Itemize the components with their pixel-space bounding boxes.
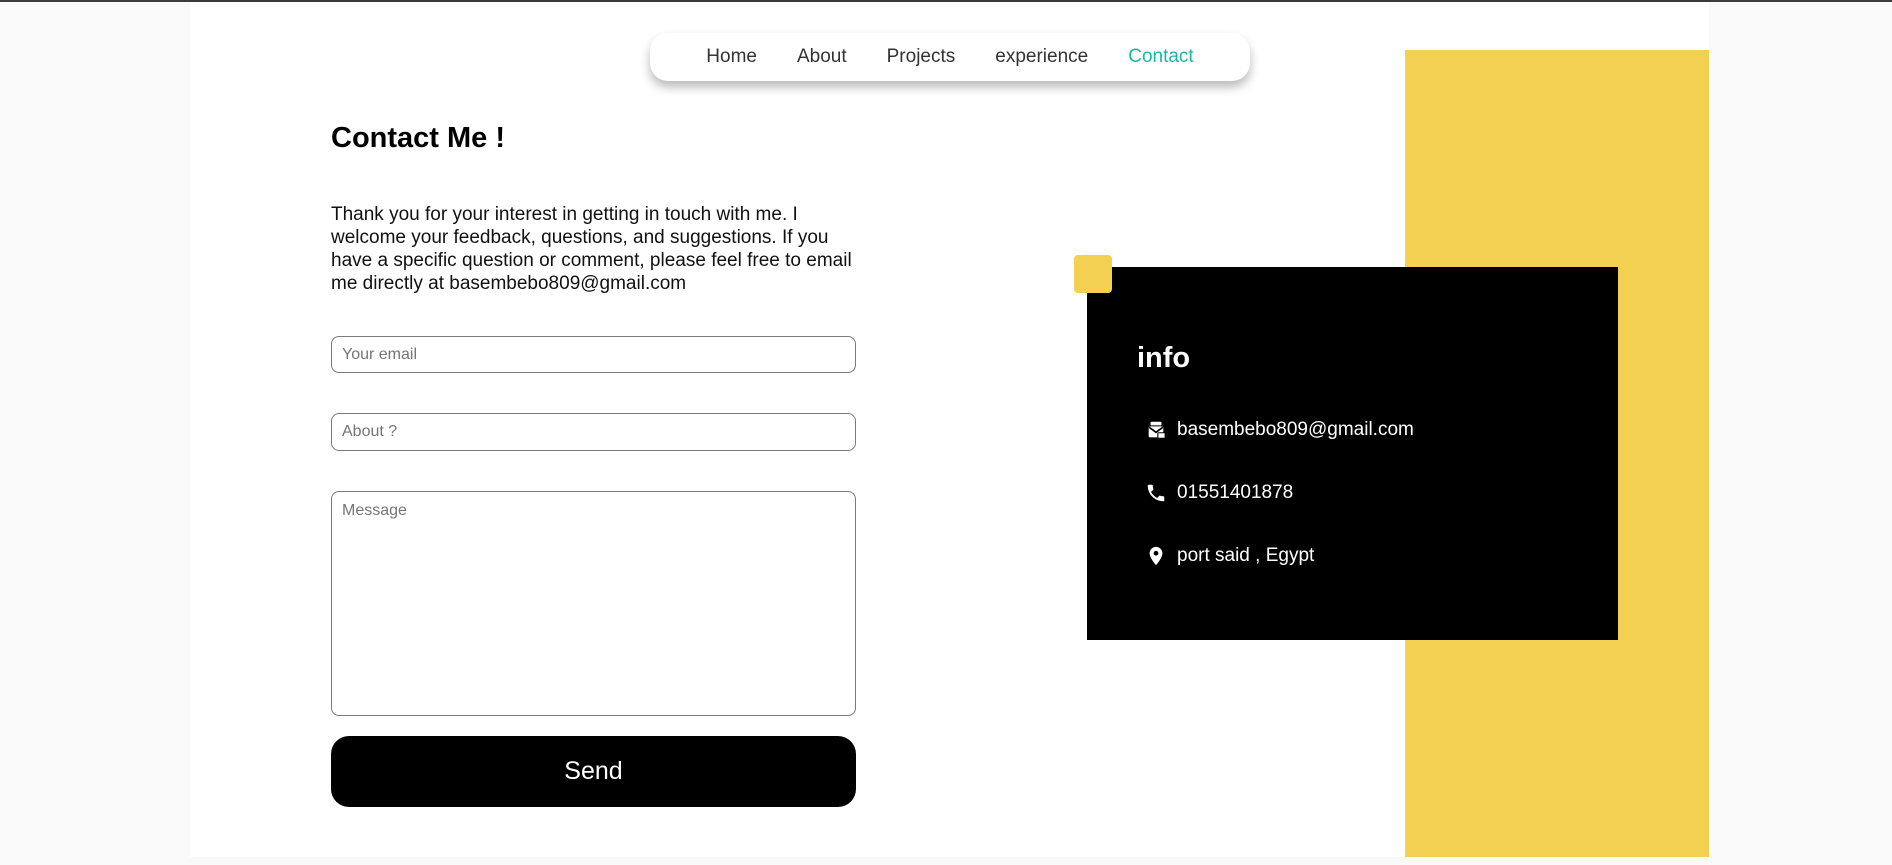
about-field[interactable]	[331, 413, 856, 451]
info-card-accent-square	[1074, 255, 1112, 293]
nav-contact[interactable]: Contact	[1128, 46, 1193, 68]
nav-experience[interactable]: experience	[995, 46, 1088, 68]
email-field[interactable]	[331, 336, 856, 373]
info-email-row: basembebo809@gmail.com	[1145, 419, 1414, 441]
send-button[interactable]: Send	[331, 736, 856, 807]
main-nav: Home About Projects experience Contact	[650, 33, 1250, 81]
info-card: info basembebo809@gmail.com 01551401878	[1087, 267, 1618, 640]
phone-icon	[1145, 482, 1167, 504]
info-location-row: port said , Egypt	[1145, 545, 1314, 567]
message-field[interactable]	[331, 491, 856, 716]
nav-about[interactable]: About	[797, 46, 847, 68]
info-phone-text: 01551401878	[1177, 482, 1294, 503]
info-phone-row: 01551401878	[1145, 482, 1293, 504]
info-location-text: port said , Egypt	[1177, 545, 1315, 566]
info-email-text: basembebo809@gmail.com	[1177, 419, 1414, 440]
page-title: Contact Me !	[331, 122, 505, 154]
info-title: info	[1137, 342, 1191, 374]
nav-projects[interactable]: Projects	[887, 46, 956, 68]
contact-intro-text: Thank you for your interest in getting i…	[331, 204, 852, 294]
nav-home[interactable]: Home	[706, 46, 757, 68]
envelope-stack-icon	[1145, 419, 1167, 441]
location-pin-icon	[1145, 545, 1167, 567]
